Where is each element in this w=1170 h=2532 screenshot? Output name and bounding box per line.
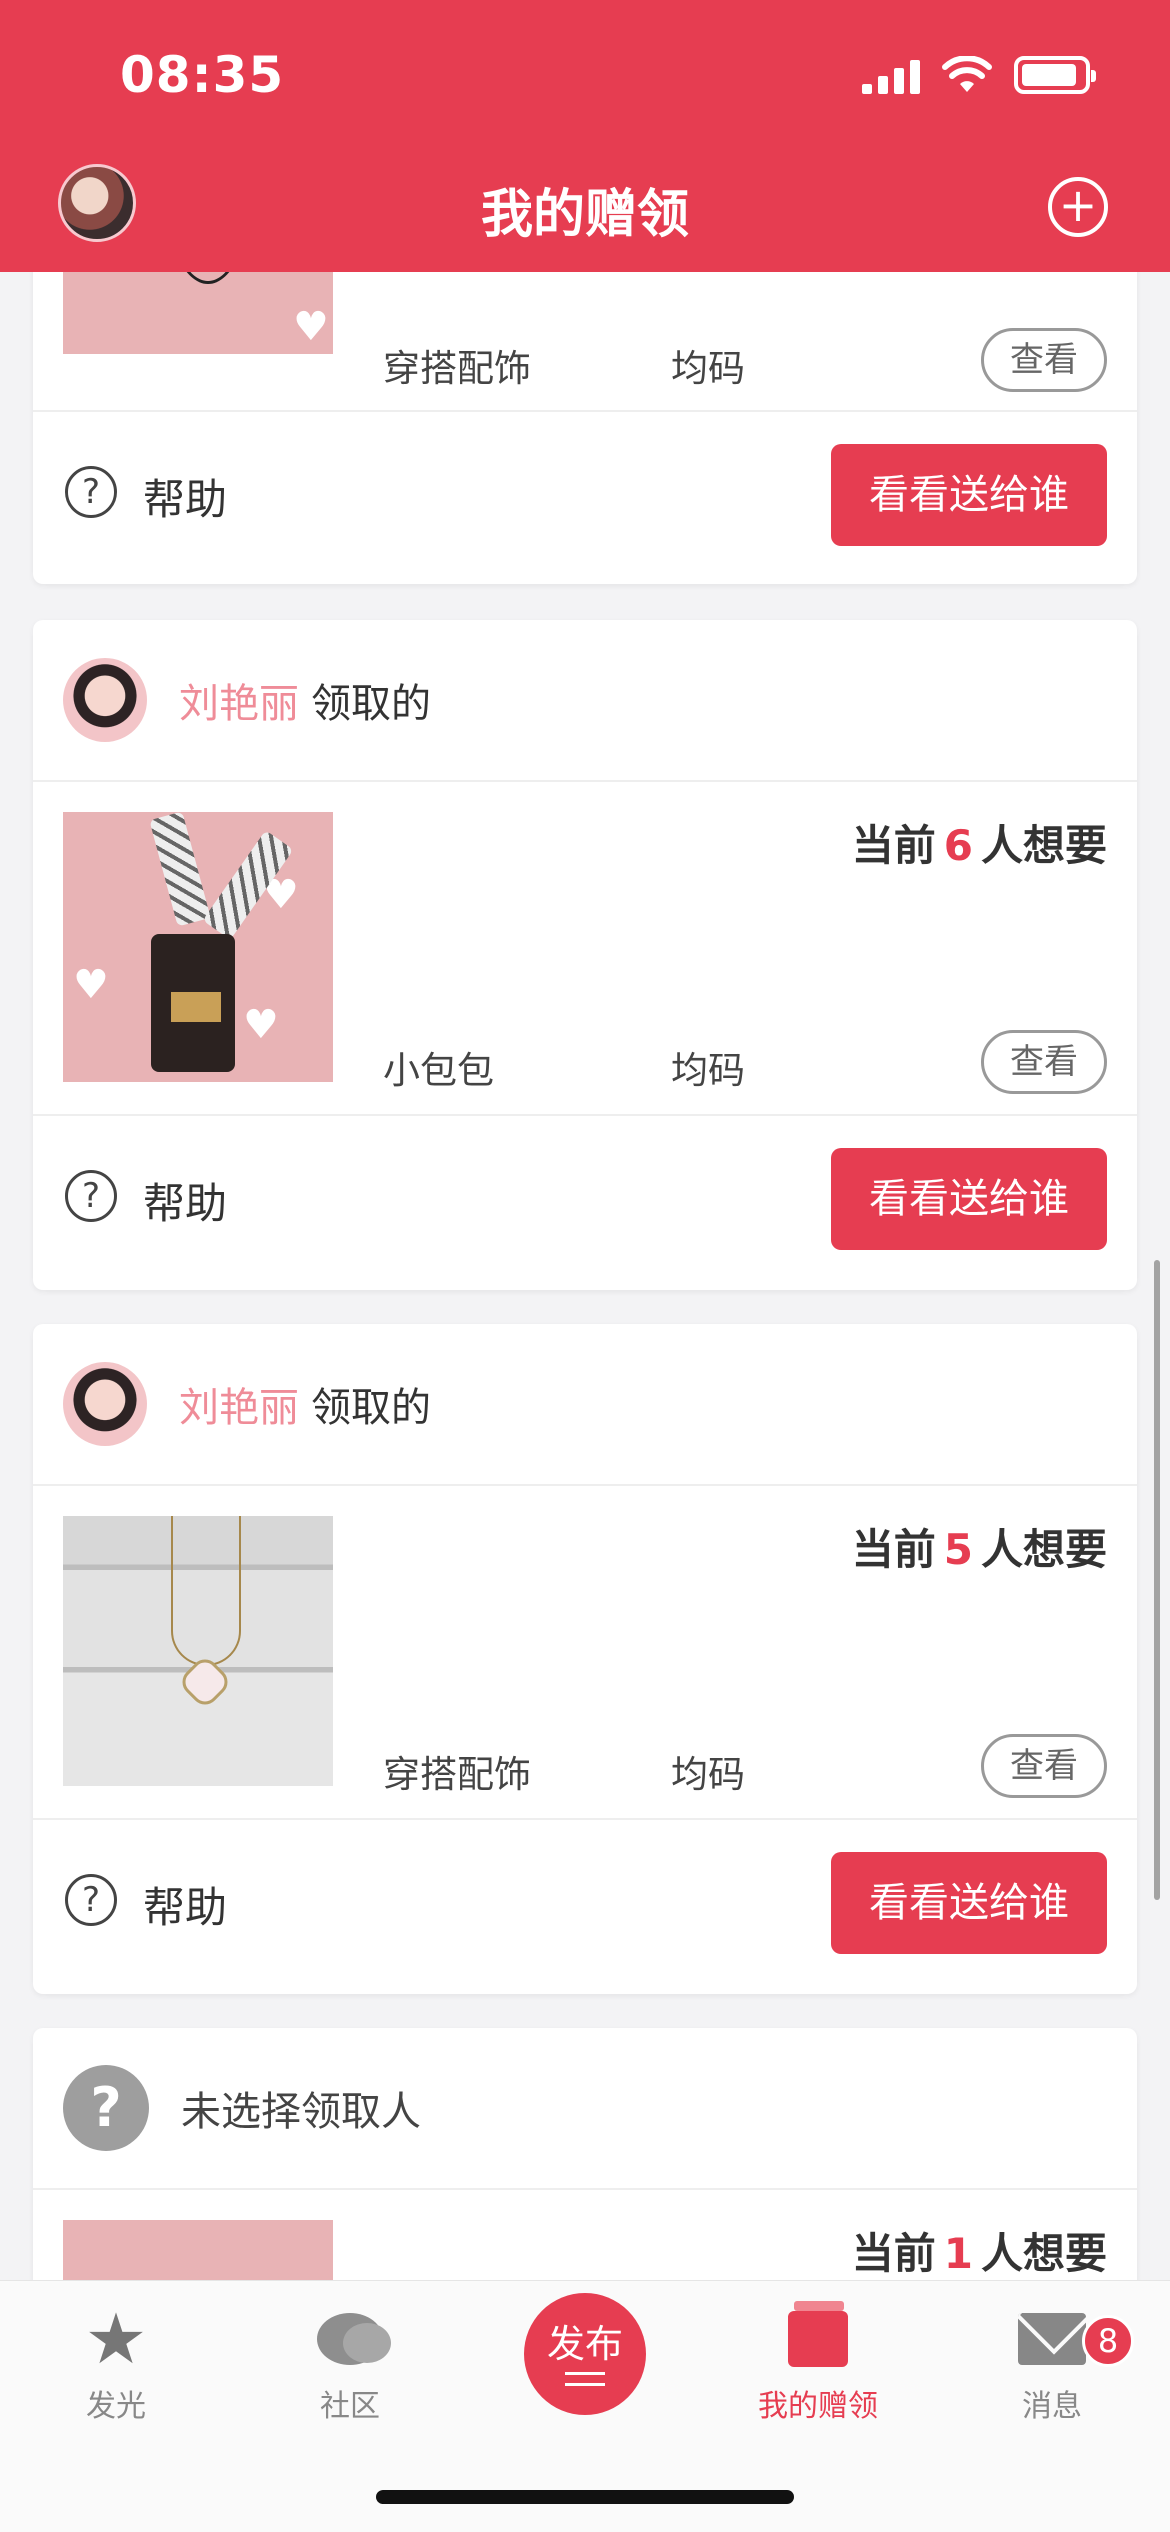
claim-text: 领取的 bbox=[311, 681, 431, 727]
gift-box-icon bbox=[788, 2301, 848, 2367]
help-icon[interactable]: ? bbox=[65, 466, 117, 518]
card-footer: ? 帮助 看看送给谁 bbox=[33, 412, 1137, 584]
item-size: 均码 bbox=[671, 347, 745, 390]
unknown-receiver-icon: ? bbox=[63, 2065, 149, 2151]
status-icons bbox=[862, 56, 1096, 94]
item-row: ♥ ♥ ♥ 当前 6 人想要 小包包 均码 查看 bbox=[33, 782, 1137, 1116]
tab-community[interactable]: 社区 bbox=[260, 2303, 440, 2425]
page-title: 我的赠领 bbox=[480, 185, 689, 245]
want-count-text: 当前 5 人想要 bbox=[851, 1525, 1107, 1574]
no-receiver-text: 未选择领取人 bbox=[181, 2089, 421, 2135]
add-button[interactable]: + bbox=[1048, 177, 1108, 237]
item-photo[interactable]: ♥ ♥ ♥ bbox=[63, 812, 333, 1082]
want-count-text: 当前 6 人想要 bbox=[851, 821, 1107, 870]
tab-label: 社区 bbox=[320, 2389, 380, 2424]
chat-bubbles-icon bbox=[317, 2313, 391, 2365]
item-size: 均码 bbox=[671, 1049, 745, 1092]
item-category: 小包包 bbox=[383, 1049, 494, 1092]
mail-icon bbox=[1018, 2313, 1086, 2365]
scrollbar[interactable] bbox=[1154, 1260, 1160, 1900]
publish-button[interactable]: 发布 bbox=[524, 2293, 646, 2415]
card-header: ? 未选择领取人 bbox=[33, 2028, 1137, 2190]
status-time: 08:35 bbox=[120, 46, 285, 104]
card-footer: ? 帮助 看看送给谁 bbox=[33, 1116, 1137, 1288]
tab-label: 发光 bbox=[86, 2389, 146, 2424]
view-button[interactable]: 查看 bbox=[981, 1734, 1107, 1798]
tab-label: 我的赠领 bbox=[758, 2389, 878, 2424]
card-header: 刘艳丽 领取的 bbox=[33, 620, 1137, 782]
receiver-avatar[interactable] bbox=[63, 658, 147, 742]
item-category: 穿搭配饰 bbox=[383, 347, 531, 390]
item-photo[interactable] bbox=[63, 1516, 333, 1786]
battery-icon bbox=[1014, 56, 1096, 94]
publish-label: 发布 bbox=[546, 2322, 623, 2366]
want-count: 5 bbox=[943, 1525, 973, 1574]
help-icon[interactable]: ? bbox=[65, 1874, 117, 1926]
card-header: 刘艳丽 领取的 bbox=[33, 1324, 1137, 1486]
help-label[interactable]: 帮助 bbox=[143, 1874, 227, 1935]
want-count-text: 当前 1 人想要 bbox=[851, 2229, 1107, 2278]
publish-icon bbox=[565, 2372, 605, 2386]
receiver-avatar[interactable] bbox=[63, 1362, 147, 1446]
help-label[interactable]: 帮助 bbox=[143, 466, 227, 527]
claim-text: 领取的 bbox=[311, 1385, 431, 1431]
home-indicator bbox=[376, 2490, 794, 2504]
message-badge: 8 bbox=[1082, 2315, 1134, 2367]
item-category: 穿搭配饰 bbox=[383, 1753, 531, 1796]
see-who-to-give-button[interactable]: 看看送给谁 bbox=[831, 1852, 1107, 1954]
star-icon: ★ bbox=[84, 2298, 148, 2380]
help-icon[interactable]: ? bbox=[65, 1170, 117, 1222]
top-header: 08:35 我的赠领 + bbox=[0, 0, 1170, 272]
want-count: 1 bbox=[943, 2229, 973, 2278]
item-size: 均码 bbox=[671, 1753, 745, 1796]
gift-card: 刘艳丽 领取的 当前 5 人想要 穿搭配饰 均码 查看 ? 帮助 看看送给谁 bbox=[33, 1324, 1137, 1994]
wifi-icon bbox=[942, 56, 992, 92]
gift-card: 刘艳丽 领取的 ♥ ♥ ♥ 当前 6 人想要 小包包 均码 查看 ? 帮助 看看送给… bbox=[33, 620, 1137, 1290]
view-button[interactable]: 查看 bbox=[981, 328, 1107, 392]
see-who-to-give-button[interactable]: 看看送给谁 bbox=[831, 1148, 1107, 1250]
tab-glow[interactable]: ★ 发光 bbox=[26, 2303, 206, 2425]
item-row: 当前 5 人想要 穿搭配饰 均码 查看 bbox=[33, 1486, 1137, 1820]
cellular-signal-icon bbox=[862, 56, 920, 94]
see-who-to-give-button[interactable]: 看看送给谁 bbox=[831, 444, 1107, 546]
tab-my-gifts[interactable]: 我的赠领 bbox=[728, 2301, 908, 2425]
help-label[interactable]: 帮助 bbox=[143, 1170, 227, 1231]
tab-label: 消息 bbox=[1022, 2389, 1082, 2424]
card-footer: ? 帮助 看看送给谁 bbox=[33, 1820, 1137, 1992]
view-button[interactable]: 查看 bbox=[981, 1030, 1107, 1094]
receiver-name[interactable]: 刘艳丽 bbox=[179, 671, 299, 729]
receiver-name[interactable]: 刘艳丽 bbox=[179, 1375, 299, 1433]
want-count: 6 bbox=[943, 821, 973, 870]
